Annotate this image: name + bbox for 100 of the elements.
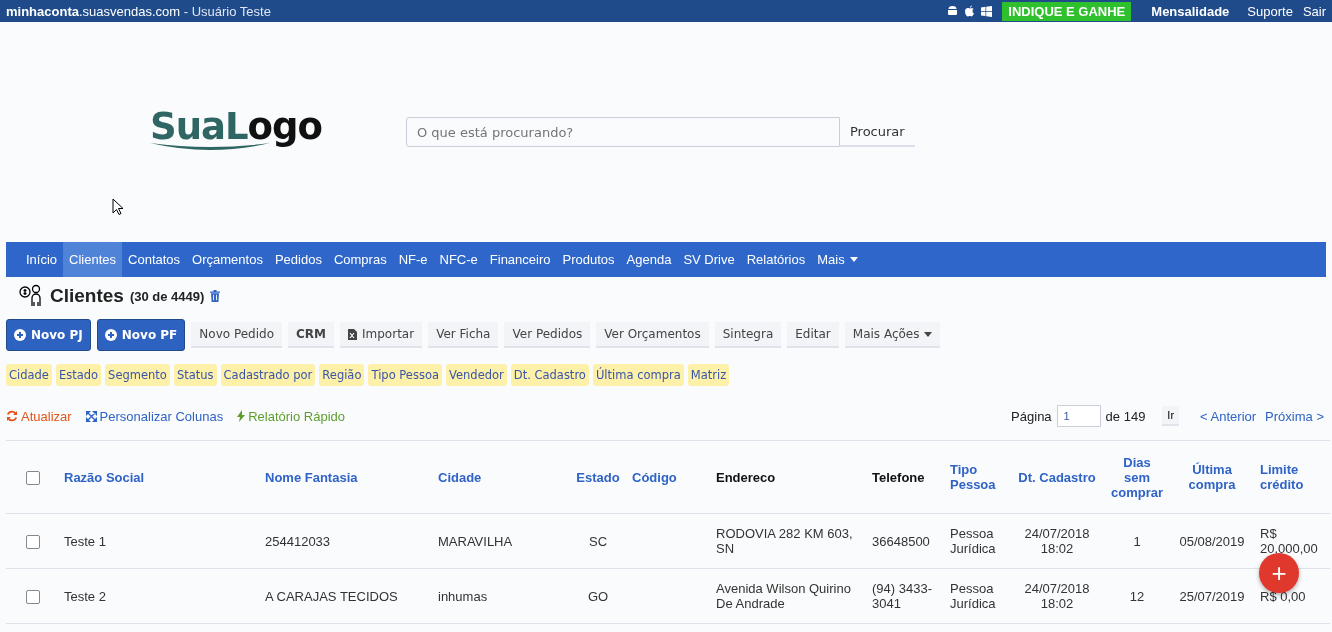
add-button[interactable]: +: [1259, 553, 1299, 593]
tool-link[interactable]: Atualizar: [6, 408, 72, 424]
top-link[interactable]: Sair: [1302, 3, 1326, 19]
table-cell: inhumas: [438, 588, 488, 604]
column-header[interactable]: Última compra: [1168, 440, 1256, 514]
filter-chip[interactable]: Região: [319, 364, 365, 386]
nav-tab[interactable]: Contatos: [122, 242, 187, 277]
filter-chip[interactable]: Status: [173, 364, 217, 386]
table-cell: Pessoa Jurídica: [950, 581, 996, 611]
next-link[interactable]: Próxima >: [1265, 408, 1324, 424]
record-count: (30 de 4449): [129, 288, 205, 304]
page-label: Página: [1011, 408, 1052, 424]
table-cell: MARAVILHA: [438, 533, 513, 549]
nav-tab[interactable]: Orçamentos: [186, 242, 269, 277]
excel-file-icon: [348, 328, 357, 340]
apple-icon[interactable]: [964, 5, 976, 17]
previous-link[interactable]: < Anterior: [1200, 408, 1257, 424]
nav-tab[interactable]: NFC-e: [433, 242, 484, 277]
table-cell: A CARAJAS TECIDOS: [265, 588, 398, 604]
new-button[interactable]: Novo PJ: [6, 319, 91, 351]
mouse-cursor-icon: [112, 198, 124, 216]
filter-chip[interactable]: Dt. Cadastro: [510, 364, 589, 386]
nav-tab[interactable]: NF-e: [392, 242, 434, 277]
column-header[interactable]: Dt. Cadastro: [1008, 440, 1106, 514]
table-cell: (94) 3433-3041: [872, 581, 932, 611]
money-person-icon: [18, 284, 44, 308]
nav-tab[interactable]: Produtos: [556, 242, 621, 277]
bolt-icon: [237, 410, 246, 422]
nav-tab[interactable]: Início: [20, 242, 64, 277]
table-cell: 1: [1133, 533, 1141, 549]
table-cell: 36648500: [872, 533, 930, 549]
expand-icon: [85, 410, 97, 422]
table-cell: Avenida Wilson Quirino De Andrade: [716, 581, 851, 611]
caret-icon: [924, 331, 933, 337]
refresh-icon: [6, 410, 18, 422]
trash-icon[interactable]: [210, 290, 221, 302]
nav-tab[interactable]: Compras: [327, 242, 393, 277]
action-button[interactable]: Ver Ficha: [428, 322, 499, 348]
row-checkbox[interactable]: [26, 589, 40, 604]
select-all-checkbox[interactable]: [26, 470, 40, 485]
nav-tab[interactable]: Agenda: [620, 242, 678, 277]
action-button[interactable]: Ver Pedidos: [504, 322, 591, 348]
top-link[interactable]: Mensalidade: [1151, 3, 1230, 19]
row-checkbox[interactable]: [26, 534, 40, 549]
top-link[interactable]: Suporte: [1247, 3, 1293, 19]
search-field[interactable]: O que está procurando?: [406, 117, 840, 147]
filter-chip[interactable]: Matriz: [687, 364, 730, 386]
tool-link[interactable]: Personalizar Colunas: [85, 408, 224, 424]
action-button[interactable]: Ver Orçamentos: [596, 322, 709, 348]
column-header[interactable]: Limite crédito: [1256, 440, 1330, 514]
filter-chip[interactable]: Vendedor: [446, 364, 507, 386]
table-cell: 24/07/2018 18:02: [1024, 581, 1090, 611]
action-button[interactable]: Sintegra: [714, 322, 782, 348]
page-total: de 149: [1105, 408, 1146, 424]
page-title: Clientes: [50, 285, 124, 307]
column-header[interactable]: Razão Social: [60, 440, 261, 514]
logo: SuaLogo: [150, 107, 323, 152]
nav-tab[interactable]: Relatórios: [740, 242, 812, 277]
table-cell: Teste 1: [64, 533, 106, 549]
column-header[interactable]: Cidade: [434, 440, 568, 514]
table-cell: 25/07/2019: [1179, 588, 1245, 604]
column-header[interactable]: Tipo Pessoa: [946, 440, 1008, 514]
filter-chip[interactable]: Cidade: [6, 364, 52, 386]
filter-chip[interactable]: Última compra: [592, 364, 684, 386]
filter-chip[interactable]: Segmento: [105, 364, 170, 386]
nav-tab[interactable]: Pedidos: [268, 242, 328, 277]
table-cell: Teste 2: [64, 588, 106, 604]
table-cell: RODOVIA 282 KM 603, SN: [716, 526, 853, 556]
column-header[interactable]: Código: [628, 440, 712, 514]
page-field[interactable]: 1: [1056, 405, 1101, 427]
windows-icon[interactable]: [981, 5, 993, 17]
table-cell: 254412033: [265, 533, 331, 549]
table-cell: 05/08/2019: [1179, 533, 1245, 549]
table-cell: GO: [587, 588, 609, 604]
nav-tab[interactable]: Financeiro: [483, 242, 557, 277]
column-header[interactable]: Dias sem comprar: [1106, 440, 1168, 514]
nav-tab[interactable]: Mais: [811, 242, 864, 277]
import-button[interactable]: Importar: [340, 322, 423, 348]
column-header: Telefone: [868, 440, 946, 514]
action-button[interactable]: Editar: [787, 322, 839, 348]
action-button[interactable]: CRM: [288, 322, 334, 348]
filter-chip[interactable]: Cadastrado por: [220, 364, 316, 386]
site-domain: minhaconta.suasvendas.com - Usuário Teste: [6, 3, 271, 19]
tool-link[interactable]: Relatório Rápido: [237, 408, 345, 424]
new-button[interactable]: Novo PF: [96, 319, 186, 351]
filter-chip[interactable]: Tipo Pessoa: [368, 364, 442, 386]
plus-circle-icon: [14, 329, 26, 341]
column-header[interactable]: Nome Fantasia: [261, 440, 434, 514]
nav-tab[interactable]: SV Drive: [677, 242, 741, 277]
filter-chip[interactable]: Estado: [55, 364, 102, 386]
table-cell: 12: [1129, 588, 1145, 604]
more-actions-button[interactable]: Mais Ações: [844, 322, 941, 348]
go-button[interactable]: Ir: [1162, 406, 1180, 426]
action-button[interactable]: Novo Pedido: [191, 322, 282, 348]
table-cell: R$ 20.000,00: [1260, 526, 1318, 556]
column-header[interactable]: Estado: [568, 440, 628, 514]
table-cell: Pessoa Jurídica: [950, 526, 996, 556]
table-cell: 24/07/2018 18:02: [1024, 526, 1090, 556]
column-header: Endereco: [712, 440, 868, 514]
nav-tab[interactable]: Clientes: [63, 242, 123, 277]
